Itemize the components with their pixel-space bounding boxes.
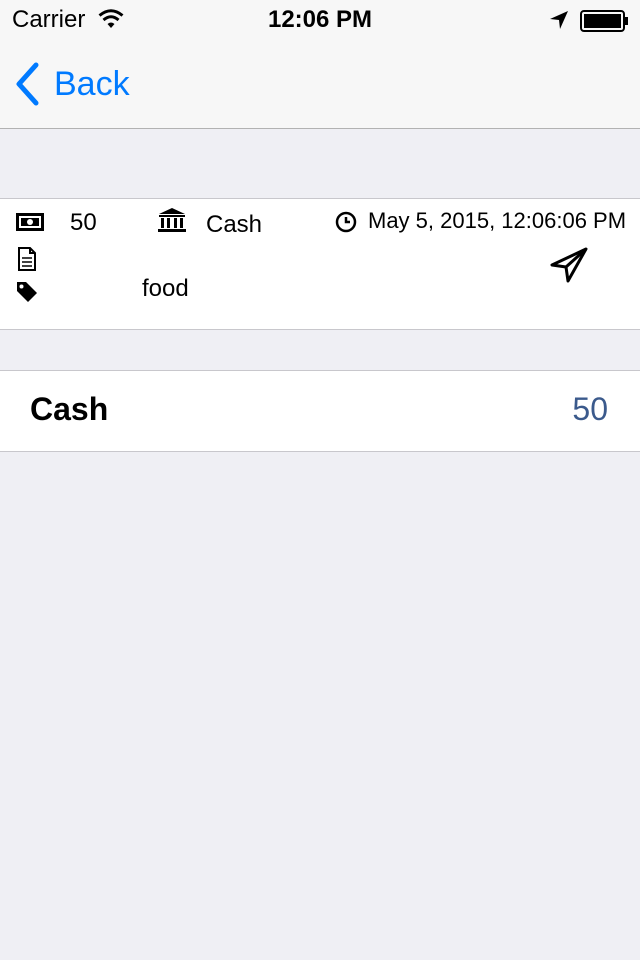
document-icon (18, 247, 36, 271)
back-button[interactable]: Back (14, 62, 130, 106)
transaction-tag: food (142, 275, 189, 302)
account-name: Cash (30, 391, 109, 427)
money-icon (16, 213, 44, 231)
battery-icon (580, 10, 628, 32)
chevron-left-icon (16, 62, 39, 106)
location-arrow-icon (550, 11, 568, 29)
paper-plane-icon[interactable] (550, 247, 588, 283)
bank-icon (158, 208, 186, 232)
transaction-datetime: May 5, 2015, 12:06:06 PM (368, 208, 627, 233)
transaction-account: Cash (206, 211, 263, 238)
account-amount: 50 (572, 391, 608, 427)
back-label: Back (54, 64, 130, 103)
clock-icon (335, 211, 357, 233)
tag-icon (17, 282, 37, 302)
transaction-amount: 50 (70, 209, 97, 236)
status-bar: Carrier 12:06 PM (0, 0, 640, 40)
status-time: 12:06 PM (267, 6, 373, 33)
account-summary-row[interactable]: Cash 50 (0, 370, 640, 452)
transaction-detail-card: 50 Cash May 5, 2015, 12:06:06 PM food (0, 198, 640, 330)
navigation-bar: Back (0, 40, 640, 129)
